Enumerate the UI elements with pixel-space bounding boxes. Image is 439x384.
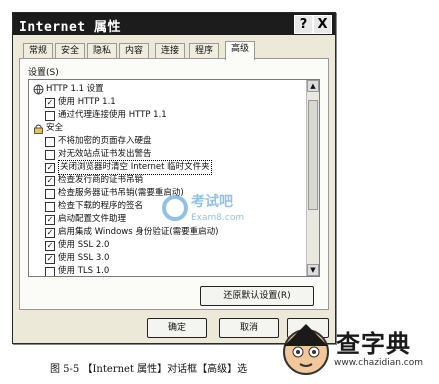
exam8-watermark: 考试吧 Exam8.com xyxy=(162,193,244,223)
cancel-button[interactable]: 取消 xyxy=(219,318,279,338)
setting-label: 检查下载的程序的签名 xyxy=(58,201,144,211)
chazidian-logo: 查字典 www.chazidian.com xyxy=(276,318,436,382)
setting-label: 通过代理连接使用 HTTP 1.1 xyxy=(58,110,167,120)
setting-label: 启动配置文件助理 xyxy=(58,214,127,224)
checkbox[interactable] xyxy=(45,202,55,212)
tab-programs[interactable]: 程序 xyxy=(189,43,220,59)
checkbox[interactable] xyxy=(45,137,55,147)
scroll-up-icon[interactable]: ▲ xyxy=(307,80,319,92)
setting-label: 不将加密的页面存入硬盘 xyxy=(58,136,152,146)
settings-list-content: HTTP 1.1 设置 ✓ 使用 HTTP 1.1 通过代理连接使用 HTTP 1.1… xyxy=(29,80,305,276)
setting-label: 使用 HTTP 1.1 xyxy=(58,97,116,107)
globe-icon xyxy=(33,84,44,95)
tab-privacy[interactable]: 隐私 xyxy=(87,43,118,59)
checkbox[interactable] xyxy=(45,150,55,160)
checkbox[interactable]: ✓ xyxy=(45,228,55,238)
checkbox[interactable]: ✓ xyxy=(45,254,55,264)
checkbox[interactable]: ✓ xyxy=(45,98,55,108)
settings-label: 设置(S) xyxy=(28,68,59,78)
window-title: Internet 属性 xyxy=(19,20,121,35)
tab-strip: 常规 安全 隐私 内容 连接 程序 高级 xyxy=(19,41,329,60)
title-bar[interactable]: Internet 属性 ? X xyxy=(13,13,335,35)
advanced-panel: 设置(S) HTTP 1.1 设置 ✓ 使用 HTTP 1.1 通过代理连接使用 HT… xyxy=(19,58,329,310)
close-button[interactable]: X xyxy=(313,15,332,34)
scroll-down-icon[interactable]: ▼ xyxy=(307,264,319,276)
checkbox[interactable]: ✓ xyxy=(45,215,55,225)
tab-security[interactable]: 安全 xyxy=(55,43,86,59)
tab-connections[interactable]: 连接 xyxy=(155,43,186,59)
watermark-text: 考试吧 xyxy=(191,193,233,210)
lock-icon xyxy=(33,123,44,134)
tab-advanced[interactable]: 高级 xyxy=(225,41,256,60)
checkbox[interactable]: ✓ xyxy=(45,163,55,173)
checkbox[interactable] xyxy=(45,189,55,199)
ok-button[interactable]: 确定 xyxy=(147,318,207,338)
watermark-logo-icon xyxy=(162,195,188,221)
logo-url: www.chazidian.com xyxy=(334,358,424,368)
checkbox[interactable]: ✓ xyxy=(45,176,55,186)
checkbox[interactable] xyxy=(45,267,55,276)
setting-label: 关闭浏览器时清空 Internet 临时文件夹 xyxy=(58,160,212,175)
setting-label: 检查发行商的证书吊销 xyxy=(58,175,144,185)
watermark-url: Exam8.com xyxy=(191,213,244,223)
help-button[interactable]: ? xyxy=(294,15,313,34)
setting-label: 使用 SSL 2.0 xyxy=(58,240,110,250)
tab-content[interactable]: 内容 xyxy=(119,43,150,59)
restore-defaults-button[interactable]: 还原默认设置(R) xyxy=(200,286,314,306)
logo-text: 查字典 xyxy=(336,330,411,358)
scroll-thumb[interactable] xyxy=(308,100,318,210)
setting-label: 使用 TLS 1.0 xyxy=(58,266,110,276)
figure-caption: 图 5-5 【Internet 属性】对话框【高级】选 xyxy=(50,364,248,375)
checkbox[interactable] xyxy=(45,111,55,121)
setting-label: 使用 SSL 3.0 xyxy=(58,253,110,263)
settings-list[interactable]: HTTP 1.1 设置 ✓ 使用 HTTP 1.1 通过代理连接使用 HTTP 1.1… xyxy=(28,79,320,277)
checkbox[interactable]: ✓ xyxy=(45,241,55,251)
setting-label: HTTP 1.1 设置 xyxy=(46,84,104,94)
mascot-icon xyxy=(283,324,329,375)
setting-label: 安全 xyxy=(46,123,64,133)
vertical-scrollbar[interactable]: ▲ ▼ xyxy=(306,80,319,276)
tab-general[interactable]: 常规 xyxy=(23,43,54,59)
internet-properties-dialog: Internet 属性 ? X 常规 安全 隐私 内容 连接 程序 高级 设置(… xyxy=(12,12,336,344)
